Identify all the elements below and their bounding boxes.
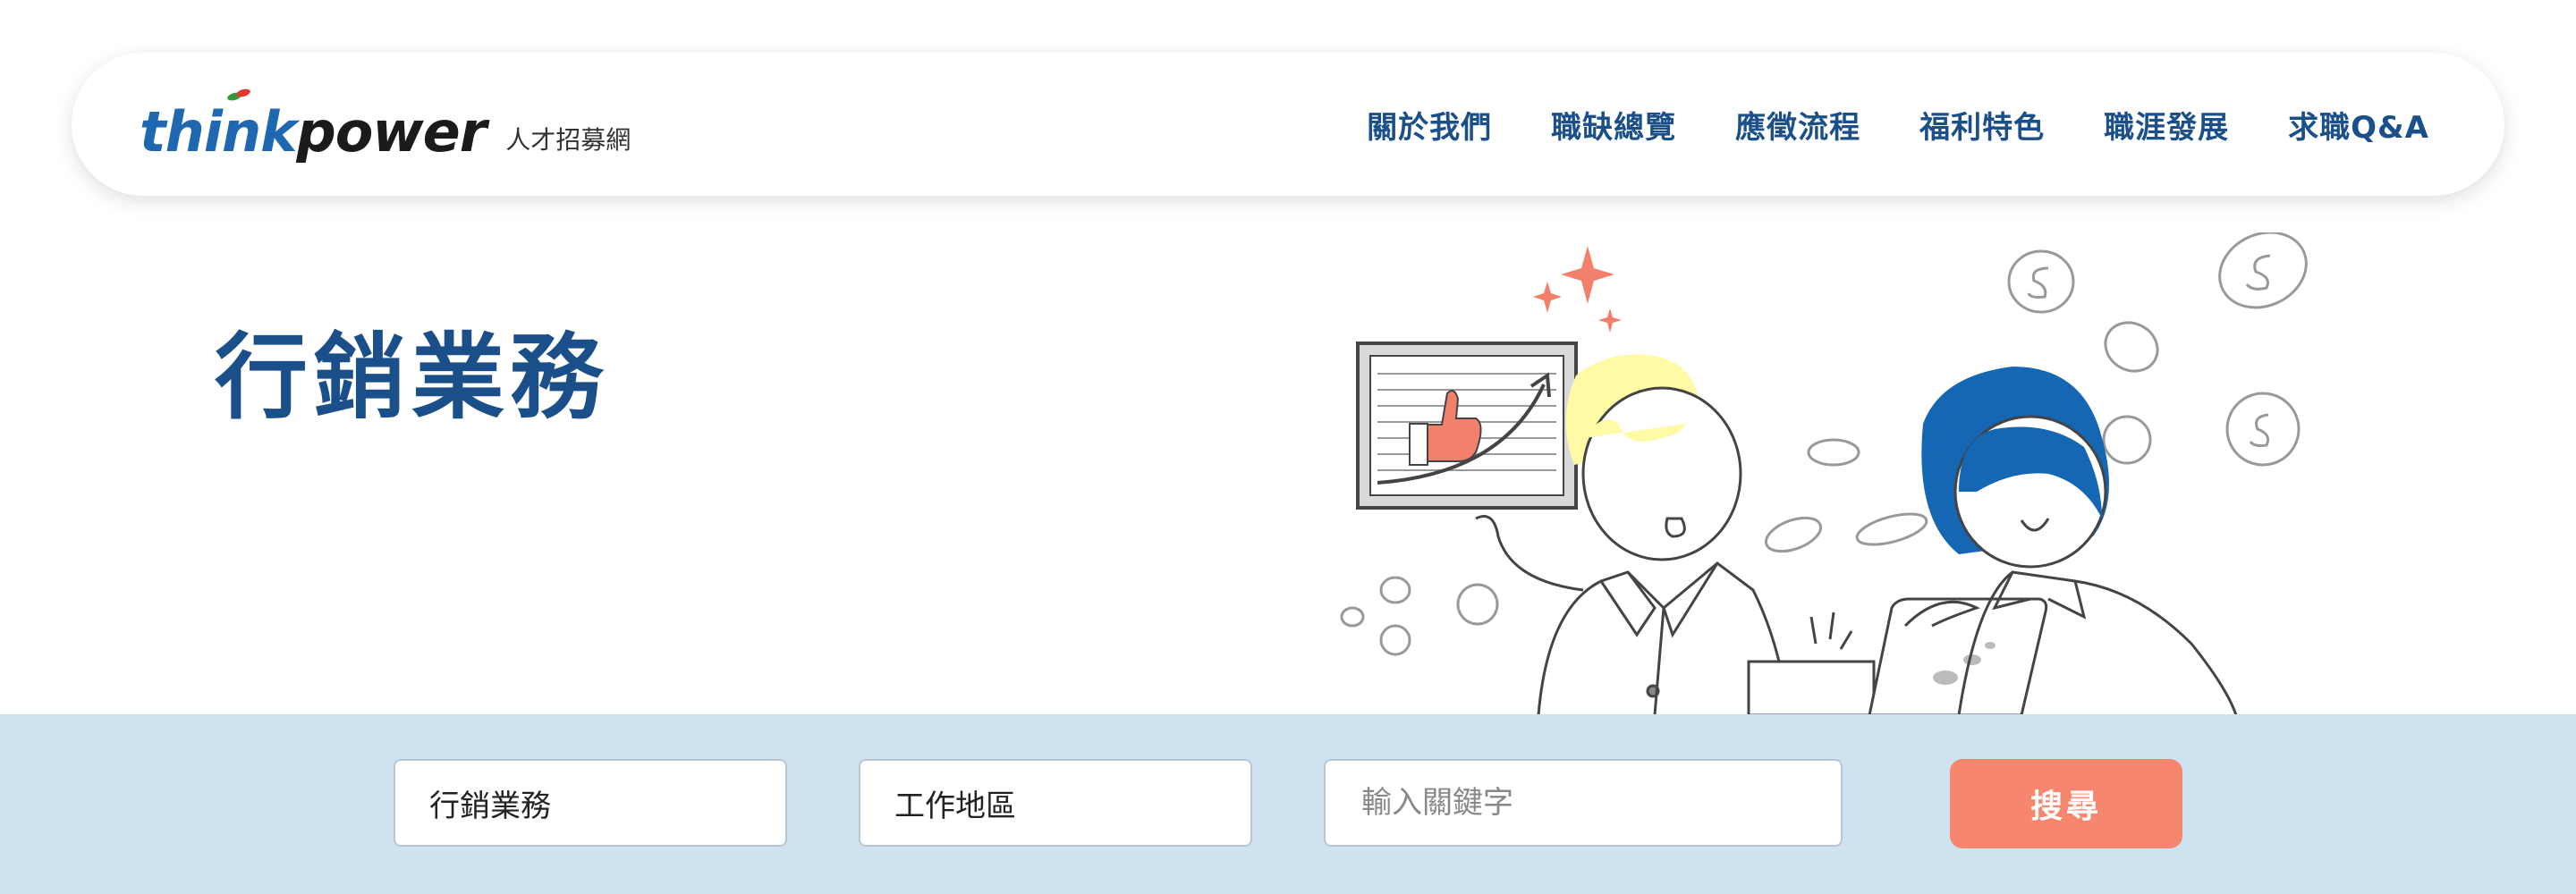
sparkle-icon (1533, 246, 1622, 333)
coin-icon (2007, 249, 2075, 314)
location-select[interactable]: 工作地區 (859, 759, 1252, 847)
page-title: 行銷業務 (215, 323, 609, 432)
coin-icon (1379, 624, 1411, 656)
coin-icon (1456, 583, 1499, 626)
nav-about[interactable]: 關於我們 (1367, 103, 1492, 147)
search-button[interactable]: 搜尋 (1950, 759, 2182, 848)
coin-icon (2104, 321, 2159, 373)
nav-faq[interactable]: 求職Q&A (2288, 103, 2429, 147)
coin-icon (2218, 232, 2308, 309)
main-nav: 關於我們 職缺總覽 應徵流程 福利特色 職涯發展 求職Q&A (1367, 53, 2429, 196)
hero-illustration (1340, 232, 2308, 715)
location-value: 工作地區 (894, 788, 1016, 824)
logo-leaf-icon (227, 89, 250, 101)
category-select[interactable]: 行銷業務 (394, 759, 787, 847)
logo[interactable]: thinkpower 人才招募網 (140, 89, 631, 160)
logo-think: think (140, 99, 297, 164)
nav-benefits[interactable]: 福利特色 (1919, 103, 2045, 147)
coin-icon (1855, 512, 1928, 546)
coin-icon (2102, 415, 2152, 465)
logo-subtitle: 人才招募網 (505, 125, 631, 155)
category-value: 行銷業務 (429, 788, 551, 824)
keyword-input[interactable] (1360, 784, 1841, 822)
coin-icon (2225, 392, 2301, 467)
logo-power: power (296, 99, 487, 164)
site-header: thinkpower 人才招募網 關於我們 職缺總覽 應徵流程 福利特色 職涯發… (72, 53, 2504, 196)
nav-jobs[interactable]: 職缺總覽 (1551, 103, 1676, 147)
coin-icon (1379, 576, 1411, 604)
coin-icon (1340, 606, 1365, 628)
nav-career[interactable]: 職涯發展 (2104, 103, 2229, 147)
keyword-field (1324, 759, 1843, 847)
nav-process[interactable]: 應徵流程 (1735, 103, 1860, 147)
logo-wordmark: thinkpower (140, 105, 487, 160)
search-bar: 行銷業務 工作地區 搜尋 (0, 714, 2576, 894)
laptop (1747, 597, 2048, 715)
chart-board (1356, 342, 1578, 510)
coin-icon (1764, 516, 1823, 553)
coin-icon (1807, 438, 1860, 467)
